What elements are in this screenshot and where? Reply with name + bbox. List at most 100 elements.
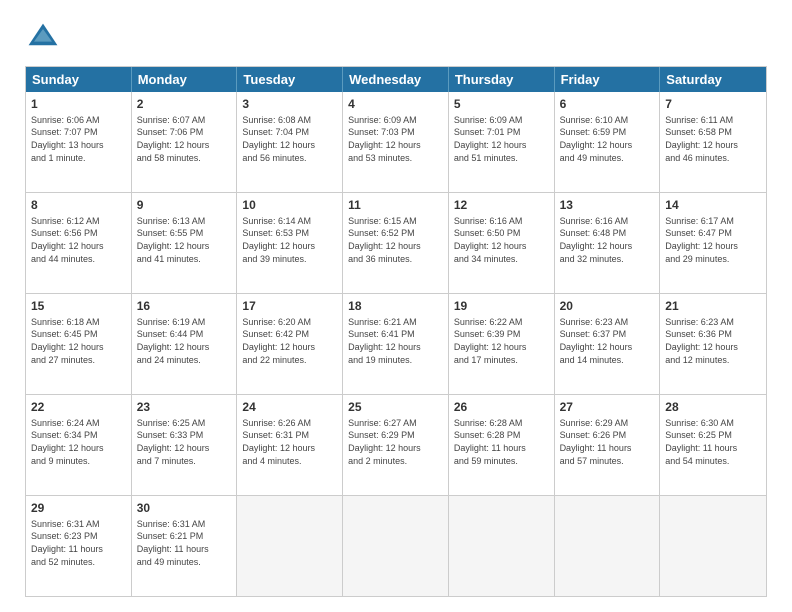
day-cell-29: 29Sunrise: 6:31 AMSunset: 6:23 PMDayligh… [26, 496, 132, 596]
day-cell-14: 14Sunrise: 6:17 AMSunset: 6:47 PMDayligh… [660, 193, 766, 293]
cell-line: Sunset: 6:52 PM [348, 227, 443, 240]
cell-line: and 7 minutes. [137, 455, 232, 468]
day-cell-1: 1Sunrise: 6:06 AMSunset: 7:07 PMDaylight… [26, 92, 132, 192]
logo-icon [25, 20, 61, 56]
cell-line: Sunrise: 6:15 AM [348, 215, 443, 228]
cell-line: Sunrise: 6:22 AM [454, 316, 549, 329]
day-cell-16: 16Sunrise: 6:19 AMSunset: 6:44 PMDayligh… [132, 294, 238, 394]
cell-line: and 41 minutes. [137, 253, 232, 266]
cell-line: Sunset: 7:06 PM [137, 126, 232, 139]
day-cell-23: 23Sunrise: 6:25 AMSunset: 6:33 PMDayligh… [132, 395, 238, 495]
cell-line: Daylight: 12 hours [454, 139, 549, 152]
cell-line: Sunrise: 6:14 AM [242, 215, 337, 228]
day-cell-22: 22Sunrise: 6:24 AMSunset: 6:34 PMDayligh… [26, 395, 132, 495]
calendar-row-0: 1Sunrise: 6:06 AMSunset: 7:07 PMDaylight… [26, 92, 766, 192]
cell-line: Sunset: 6:37 PM [560, 328, 655, 341]
cell-line: Sunrise: 6:18 AM [31, 316, 126, 329]
day-number: 29 [31, 500, 126, 517]
day-number: 13 [560, 197, 655, 214]
day-number: 28 [665, 399, 761, 416]
empty-cell [555, 496, 661, 596]
cell-line: Sunrise: 6:08 AM [242, 114, 337, 127]
cell-line: Sunset: 6:58 PM [665, 126, 761, 139]
header [25, 20, 767, 56]
cell-line: Daylight: 12 hours [348, 240, 443, 253]
cell-line: Sunset: 6:59 PM [560, 126, 655, 139]
day-number: 10 [242, 197, 337, 214]
cell-line: Sunrise: 6:29 AM [560, 417, 655, 430]
cell-line: Daylight: 12 hours [137, 442, 232, 455]
cell-line: Daylight: 12 hours [242, 139, 337, 152]
cell-line: Sunset: 6:31 PM [242, 429, 337, 442]
cell-line: Sunset: 6:21 PM [137, 530, 232, 543]
day-number: 16 [137, 298, 232, 315]
day-number: 25 [348, 399, 443, 416]
cell-line: Sunrise: 6:09 AM [454, 114, 549, 127]
page: SundayMondayTuesdayWednesdayThursdayFrid… [0, 0, 792, 612]
calendar-row-3: 22Sunrise: 6:24 AMSunset: 6:34 PMDayligh… [26, 394, 766, 495]
empty-cell [237, 496, 343, 596]
cell-line: Daylight: 11 hours [560, 442, 655, 455]
calendar-row-1: 8Sunrise: 6:12 AMSunset: 6:56 PMDaylight… [26, 192, 766, 293]
cell-line: and 22 minutes. [242, 354, 337, 367]
header-day-thursday: Thursday [449, 67, 555, 92]
cell-line: and 49 minutes. [137, 556, 232, 569]
day-number: 2 [137, 96, 232, 113]
day-cell-3: 3Sunrise: 6:08 AMSunset: 7:04 PMDaylight… [237, 92, 343, 192]
cell-line: Daylight: 12 hours [348, 442, 443, 455]
cell-line: Daylight: 12 hours [665, 139, 761, 152]
cell-line: Sunset: 6:39 PM [454, 328, 549, 341]
cell-line: and 29 minutes. [665, 253, 761, 266]
day-number: 30 [137, 500, 232, 517]
day-cell-8: 8Sunrise: 6:12 AMSunset: 6:56 PMDaylight… [26, 193, 132, 293]
day-number: 14 [665, 197, 761, 214]
cell-line: Sunset: 6:26 PM [560, 429, 655, 442]
day-number: 17 [242, 298, 337, 315]
cell-line: and 56 minutes. [242, 152, 337, 165]
header-day-monday: Monday [132, 67, 238, 92]
cell-line: Sunset: 6:28 PM [454, 429, 549, 442]
cell-line: Sunrise: 6:23 AM [560, 316, 655, 329]
day-number: 21 [665, 298, 761, 315]
cell-line: Sunset: 7:07 PM [31, 126, 126, 139]
empty-cell [343, 496, 449, 596]
cell-line: Sunrise: 6:07 AM [137, 114, 232, 127]
cell-line: Sunrise: 6:31 AM [31, 518, 126, 531]
cell-line: Daylight: 12 hours [560, 240, 655, 253]
header-day-sunday: Sunday [26, 67, 132, 92]
cell-line: Sunset: 6:44 PM [137, 328, 232, 341]
header-day-saturday: Saturday [660, 67, 766, 92]
cell-line: and 36 minutes. [348, 253, 443, 266]
day-cell-20: 20Sunrise: 6:23 AMSunset: 6:37 PMDayligh… [555, 294, 661, 394]
header-day-tuesday: Tuesday [237, 67, 343, 92]
day-cell-25: 25Sunrise: 6:27 AMSunset: 6:29 PMDayligh… [343, 395, 449, 495]
cell-line: and 54 minutes. [665, 455, 761, 468]
cell-line: Daylight: 12 hours [348, 341, 443, 354]
day-cell-17: 17Sunrise: 6:20 AMSunset: 6:42 PMDayligh… [237, 294, 343, 394]
day-cell-6: 6Sunrise: 6:10 AMSunset: 6:59 PMDaylight… [555, 92, 661, 192]
day-cell-28: 28Sunrise: 6:30 AMSunset: 6:25 PMDayligh… [660, 395, 766, 495]
cell-line: Sunset: 6:23 PM [31, 530, 126, 543]
cell-line: and 53 minutes. [348, 152, 443, 165]
day-number: 1 [31, 96, 126, 113]
cell-line: Daylight: 12 hours [137, 341, 232, 354]
cell-line: Sunset: 6:55 PM [137, 227, 232, 240]
day-cell-5: 5Sunrise: 6:09 AMSunset: 7:01 PMDaylight… [449, 92, 555, 192]
calendar: SundayMondayTuesdayWednesdayThursdayFrid… [25, 66, 767, 597]
day-number: 5 [454, 96, 549, 113]
day-cell-11: 11Sunrise: 6:15 AMSunset: 6:52 PMDayligh… [343, 193, 449, 293]
day-cell-9: 9Sunrise: 6:13 AMSunset: 6:55 PMDaylight… [132, 193, 238, 293]
cell-line: Daylight: 11 hours [665, 442, 761, 455]
cell-line: Daylight: 12 hours [454, 240, 549, 253]
cell-line: Sunset: 6:50 PM [454, 227, 549, 240]
cell-line: Daylight: 11 hours [31, 543, 126, 556]
cell-line: and 49 minutes. [560, 152, 655, 165]
logo [25, 20, 65, 56]
cell-line: and 52 minutes. [31, 556, 126, 569]
cell-line: Daylight: 12 hours [242, 240, 337, 253]
cell-line: Sunrise: 6:11 AM [665, 114, 761, 127]
day-number: 15 [31, 298, 126, 315]
cell-line: Daylight: 12 hours [665, 240, 761, 253]
cell-line: Sunset: 6:48 PM [560, 227, 655, 240]
cell-line: Sunset: 6:45 PM [31, 328, 126, 341]
